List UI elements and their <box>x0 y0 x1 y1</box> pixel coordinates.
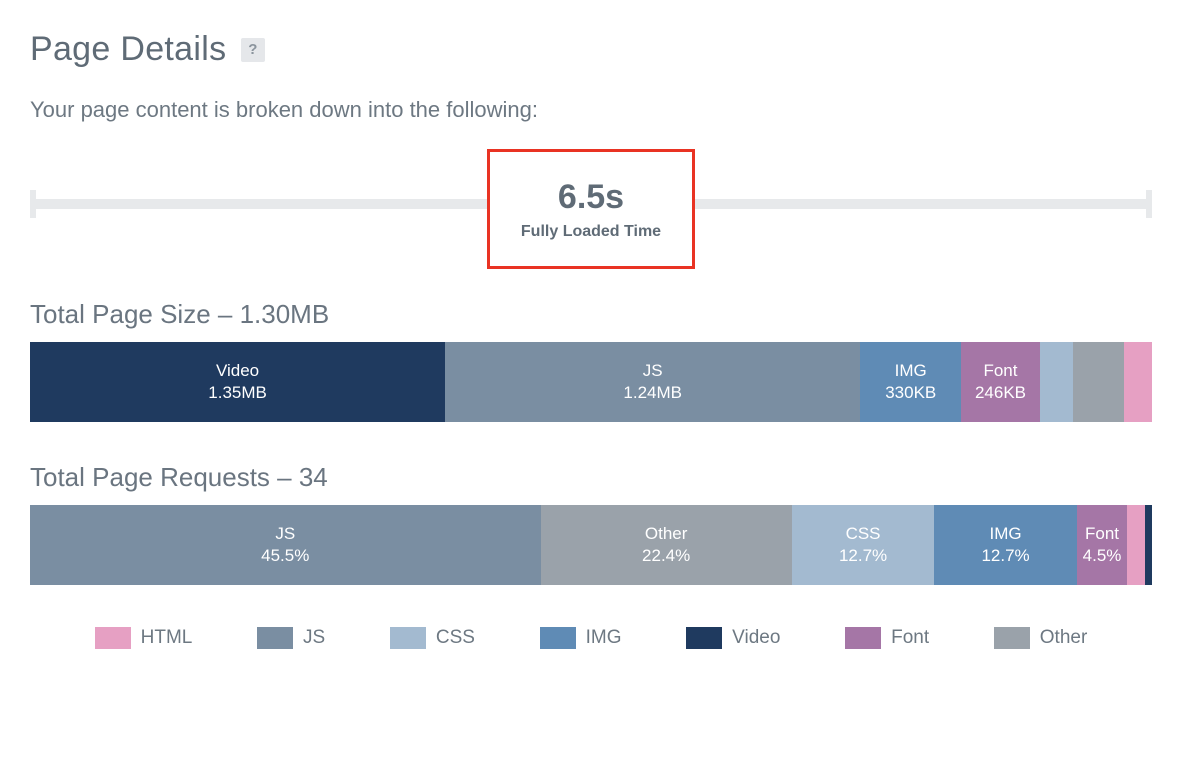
fully-loaded-time-box: 6.5s Fully Loaded Time <box>487 149 695 269</box>
segment-value: 1.35MB <box>208 382 267 404</box>
legend-item-font[interactable]: Font <box>845 627 929 649</box>
legend-swatch <box>686 627 722 649</box>
legend-label: JS <box>303 627 325 649</box>
segment-value: 12.7% <box>981 545 1029 567</box>
segment-css[interactable]: CSS12.7% <box>792 505 934 585</box>
legend-label: Other <box>1040 627 1088 649</box>
page-subtitle: Your page content is broken down into th… <box>30 97 1152 123</box>
segment-other[interactable] <box>1073 342 1101 422</box>
segment-label: JS <box>643 360 663 382</box>
legend-swatch <box>257 627 293 649</box>
legend-item-img[interactable]: IMG <box>540 627 622 649</box>
segment-js[interactable]: JS1.24MB <box>445 342 860 422</box>
legend-item-other[interactable]: Other <box>994 627 1088 649</box>
segment-value: 22.4% <box>642 545 690 567</box>
segment-value: 12.7% <box>839 545 887 567</box>
legend-label: Video <box>732 627 780 649</box>
segment-label: Font <box>1085 523 1119 545</box>
segment-img[interactable]: IMG12.7% <box>934 505 1076 585</box>
legend-swatch <box>845 627 881 649</box>
segment-value: 1.24MB <box>623 382 682 404</box>
legend-swatch <box>540 627 576 649</box>
legend-label: CSS <box>436 627 475 649</box>
segment-value: 330KB <box>885 382 936 404</box>
legend-label: IMG <box>586 627 622 649</box>
segment-html[interactable] <box>1127 505 1145 585</box>
legend-swatch <box>95 627 131 649</box>
legend-swatch <box>994 627 1030 649</box>
segment-label: Other <box>645 523 688 545</box>
legend-item-html[interactable]: HTML <box>95 627 193 649</box>
help-icon[interactable]: ? <box>241 38 265 62</box>
segment-label: IMG <box>989 523 1021 545</box>
segment-js[interactable]: JS45.5% <box>30 505 541 585</box>
load-timeline: 6.5s Fully Loaded Time <box>30 149 1152 269</box>
segment-value: 246KB <box>975 382 1026 404</box>
total-page-requests-heading: Total Page Requests – 34 <box>30 462 1152 493</box>
legend-item-js[interactable]: JS <box>257 627 325 649</box>
fully-loaded-time-value: 6.5s <box>558 178 624 217</box>
page-requests-bar: JS45.5%Other22.4%CSS12.7%IMG12.7%Font4.5… <box>30 505 1152 585</box>
legend-swatch <box>390 627 426 649</box>
legend-label: Font <box>891 627 929 649</box>
legend-item-video[interactable]: Video <box>686 627 780 649</box>
legend: HTML JS CSS IMG Video Font Other <box>30 627 1152 649</box>
segment-label: CSS <box>846 523 881 545</box>
segment-video[interactable]: Video1.35MB <box>30 342 445 422</box>
segment-label: Video <box>216 360 259 382</box>
segment-html[interactable] <box>1124 342 1152 422</box>
segment-css[interactable] <box>1040 342 1074 422</box>
segment-font[interactable]: Font246KB <box>961 342 1040 422</box>
segment-value: 4.5% <box>1083 545 1122 567</box>
total-page-size-heading: Total Page Size – 1.30MB <box>30 299 1152 330</box>
segment-label: IMG <box>895 360 927 382</box>
segment-other[interactable] <box>1101 342 1123 422</box>
page-title: Page Details <box>30 30 226 69</box>
segment-label: JS <box>275 523 295 545</box>
segment-other[interactable]: Other22.4% <box>541 505 792 585</box>
segment-img[interactable]: IMG330KB <box>860 342 961 422</box>
segment-value: 45.5% <box>261 545 309 567</box>
segment-label: Font <box>983 360 1017 382</box>
segment-video[interactable] <box>1145 505 1152 585</box>
fully-loaded-time-label: Fully Loaded Time <box>521 223 661 241</box>
legend-label: HTML <box>141 627 193 649</box>
legend-item-css[interactable]: CSS <box>390 627 475 649</box>
segment-font[interactable]: Font4.5% <box>1077 505 1127 585</box>
page-size-bar: Video1.35MBJS1.24MBIMG330KBFont246KB <box>30 342 1152 422</box>
